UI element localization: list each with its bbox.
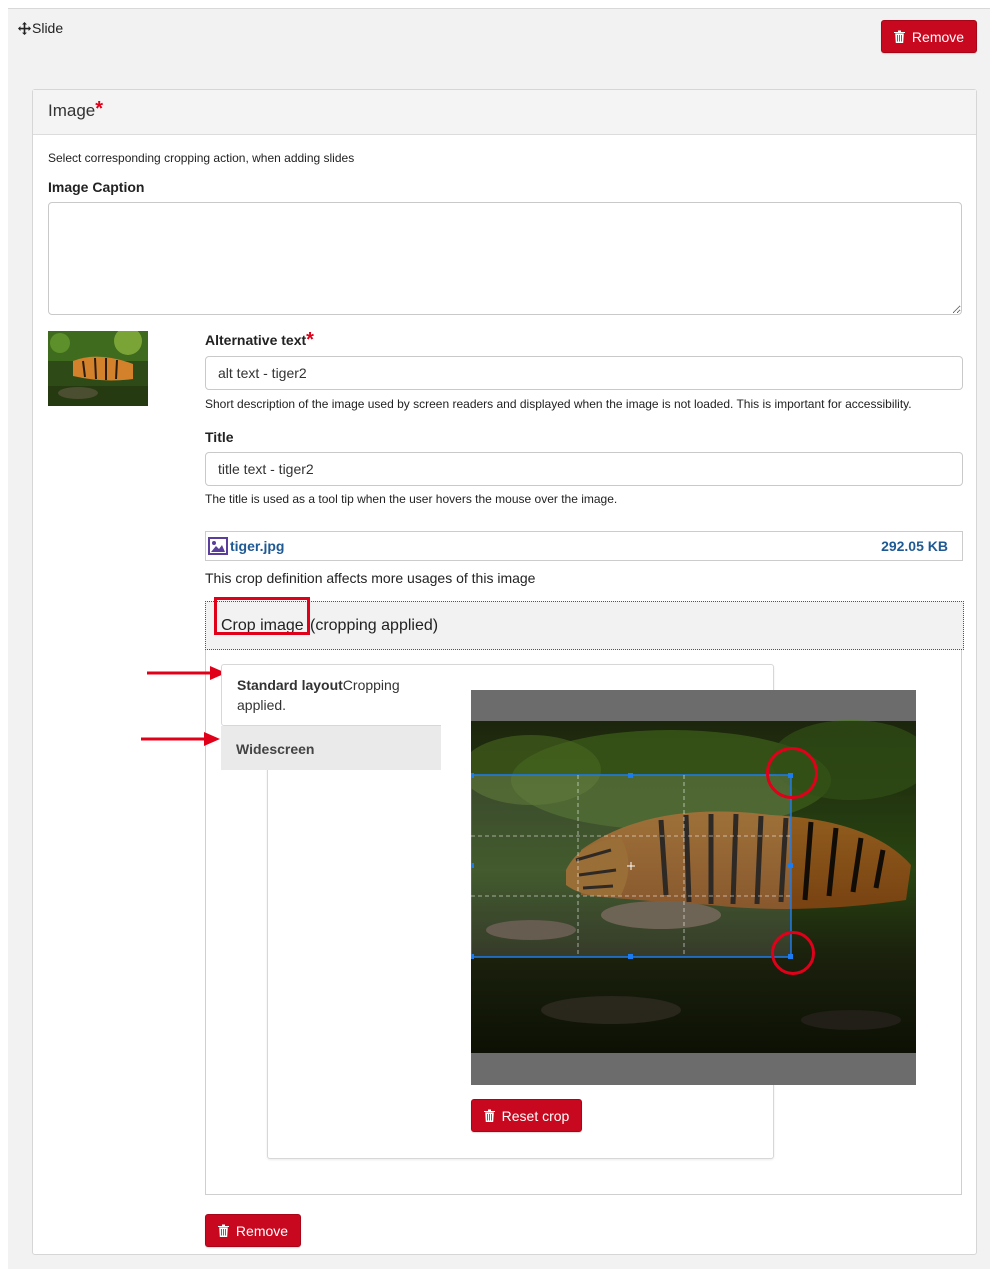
annotation-arrow-standard <box>147 666 226 680</box>
cropping-help-text: Select corresponding cropping action, wh… <box>48 151 355 165</box>
image-file-icon <box>208 537 228 555</box>
title-input[interactable] <box>205 452 963 486</box>
image-section-header: Image* <box>33 90 976 135</box>
slide-panel: Slide Remove Image* Select corresponding… <box>8 8 990 1269</box>
tab-widescreen-label: Widescreen <box>236 741 315 757</box>
remove-image-button[interactable]: Remove <box>205 1214 301 1247</box>
image-caption-textarea[interactable] <box>48 202 962 315</box>
crop-status-text: (cropping applied) <box>310 617 439 634</box>
tiger-image <box>471 720 916 1053</box>
alt-text-required-marker: * <box>306 329 314 351</box>
file-row: tiger.jpg 292.05 KB <box>205 531 963 561</box>
annotation-box <box>214 597 310 635</box>
move-icon <box>18 21 31 35</box>
crop-definition-note: This crop definition affects more usages… <box>205 570 536 586</box>
alt-text-label: Alternative text* <box>205 329 314 351</box>
annotation-circle-bottom <box>771 931 815 975</box>
alt-text-label-text: Alternative text <box>205 332 307 348</box>
remove-image-label: Remove <box>235 1222 289 1239</box>
annotation-arrow-widescreen <box>141 732 220 746</box>
title-label: Title <box>205 429 234 445</box>
trash-icon <box>483 1109 495 1122</box>
remove-slide-label: Remove <box>911 28 965 45</box>
alt-text-help: Short description of the image used by s… <box>205 397 912 411</box>
image-thumbnail <box>48 331 148 406</box>
cropper-canvas <box>471 690 916 1085</box>
tab-standard-layout[interactable]: Standard layoutCropping applied. <box>221 664 441 726</box>
slide-label: Slide <box>32 20 64 36</box>
tab-standard-layout-status-2: applied. <box>237 697 287 713</box>
alt-text-input[interactable] <box>205 356 963 390</box>
tab-widescreen[interactable]: Widescreen <box>221 726 441 770</box>
tab-standard-layout-label: Standard layout <box>237 677 343 693</box>
image-section-title: Image <box>48 101 96 120</box>
slide-drag-handle[interactable]: Slide <box>18 20 63 36</box>
reset-crop-button[interactable]: Reset crop <box>471 1099 582 1132</box>
title-help: The title is used as a tool tip when the… <box>205 492 618 506</box>
trash-icon <box>893 30 905 43</box>
file-size: 292.05 KB <box>881 538 948 554</box>
crop-image-toggle[interactable]: Crop image (cropping applied) <box>205 601 964 650</box>
reset-crop-label: Reset crop <box>501 1107 570 1124</box>
required-marker: * <box>95 98 104 120</box>
trash-icon <box>217 1224 229 1237</box>
remove-slide-button[interactable]: Remove <box>881 20 977 53</box>
image-caption-label: Image Caption <box>48 179 145 195</box>
file-name-link[interactable]: tiger.jpg <box>230 538 284 554</box>
annotation-circle-top <box>766 747 818 799</box>
tab-standard-layout-status: Cropping <box>342 677 400 693</box>
